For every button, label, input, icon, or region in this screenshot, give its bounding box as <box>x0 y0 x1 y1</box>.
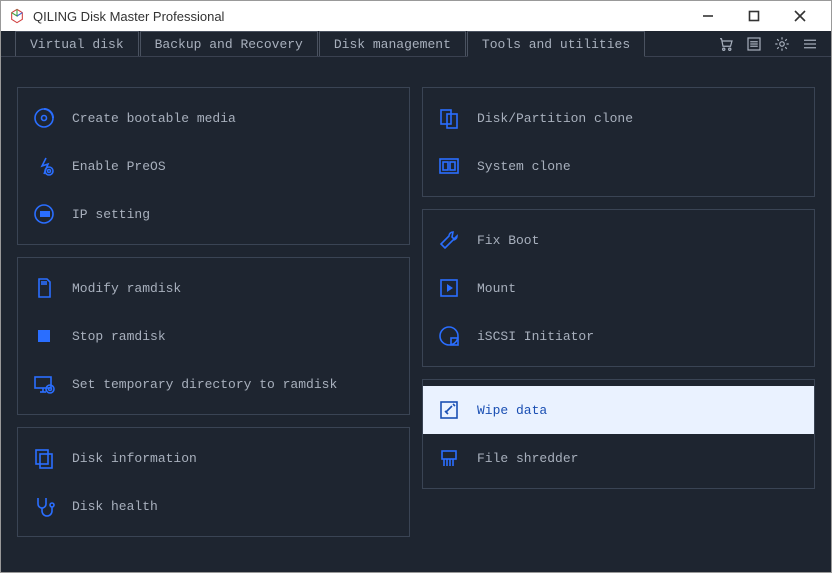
disc-icon <box>30 104 58 132</box>
ip-icon <box>30 200 58 228</box>
item-wipe-data[interactable]: Wipe data <box>423 386 814 434</box>
item-modify-ramdisk[interactable]: Modify ramdisk <box>18 264 409 312</box>
wrench-icon <box>435 226 463 254</box>
tab-label: Tools and utilities <box>482 37 630 52</box>
close-button[interactable] <box>777 1 823 31</box>
tab-virtual-disk[interactable]: Virtual disk <box>15 31 139 56</box>
item-stop-ramdisk[interactable]: Stop ramdisk <box>18 312 409 360</box>
group-wipe: Wipe data File shredder <box>422 379 815 489</box>
item-label: Disk/Partition clone <box>477 111 633 126</box>
shredder-icon <box>435 444 463 472</box>
preos-icon <box>30 152 58 180</box>
titlebar: QILING Disk Master Professional <box>1 1 831 31</box>
group-disk-info: Disk information Disk health <box>17 427 410 537</box>
item-label: Set temporary directory to ramdisk <box>72 377 337 392</box>
group-boot: Fix Boot Mount iSCSI Initiator <box>422 209 815 367</box>
menu-icon[interactable] <box>801 35 819 53</box>
item-fix-boot[interactable]: Fix Boot <box>423 216 814 264</box>
app-logo-icon <box>9 8 25 24</box>
item-label: Create bootable media <box>72 111 236 126</box>
group-clone: Disk/Partition clone System clone <box>422 87 815 197</box>
minimize-button[interactable] <box>685 1 731 31</box>
cart-icon[interactable] <box>717 35 735 53</box>
tab-label: Virtual disk <box>30 37 124 52</box>
sysclone-icon <box>435 152 463 180</box>
tab-disk-management[interactable]: Disk management <box>319 31 466 56</box>
tab-tools-utilities[interactable]: Tools and utilities <box>467 31 645 57</box>
item-label: IP setting <box>72 207 150 222</box>
item-system-clone[interactable]: System clone <box>423 142 814 190</box>
window-title: QILING Disk Master Professional <box>33 9 685 24</box>
play-icon <box>435 274 463 302</box>
item-label: Enable PreOS <box>72 159 166 174</box>
item-label: Disk health <box>72 499 158 514</box>
group-bootable: Create bootable media Enable PreOS IP se… <box>17 87 410 245</box>
left-column: Create bootable media Enable PreOS IP se… <box>17 87 410 556</box>
item-create-bootable-media[interactable]: Create bootable media <box>18 94 409 142</box>
diskinfo-icon <box>30 444 58 472</box>
maximize-button[interactable] <box>731 1 777 31</box>
item-disk-health[interactable]: Disk health <box>18 482 409 530</box>
group-ramdisk: Modify ramdisk Stop ramdisk Set temporar… <box>17 257 410 415</box>
item-label: Fix Boot <box>477 233 539 248</box>
item-mount[interactable]: Mount <box>423 264 814 312</box>
item-label: System clone <box>477 159 571 174</box>
item-ip-setting[interactable]: IP setting <box>18 190 409 238</box>
menubar: Virtual disk Backup and Recovery Disk ma… <box>1 31 831 57</box>
item-set-temp-directory[interactable]: Set temporary directory to ramdisk <box>18 360 409 408</box>
right-column: Disk/Partition clone System clone Fix Bo… <box>422 87 815 556</box>
item-label: Disk information <box>72 451 197 466</box>
content-area: Create bootable media Enable PreOS IP se… <box>1 57 831 572</box>
clone-icon <box>435 104 463 132</box>
wipe-icon <box>435 396 463 424</box>
tab-label: Disk management <box>334 37 451 52</box>
monitor-icon <box>30 370 58 398</box>
item-label: Stop ramdisk <box>72 329 166 344</box>
item-label: Modify ramdisk <box>72 281 181 296</box>
item-file-shredder[interactable]: File shredder <box>423 434 814 482</box>
item-disk-information[interactable]: Disk information <box>18 434 409 482</box>
item-label: Wipe data <box>477 403 547 418</box>
item-label: File shredder <box>477 451 578 466</box>
gear-icon[interactable] <box>773 35 791 53</box>
item-disk-partition-clone[interactable]: Disk/Partition clone <box>423 94 814 142</box>
app-window: QILING Disk Master Professional Virtual … <box>0 0 832 573</box>
stop-icon <box>30 322 58 350</box>
sd-icon <box>30 274 58 302</box>
stethoscope-icon <box>30 492 58 520</box>
menubar-icons <box>717 31 831 56</box>
iscsi-icon <box>435 322 463 350</box>
item-label: iSCSI Initiator <box>477 329 594 344</box>
item-iscsi-initiator[interactable]: iSCSI Initiator <box>423 312 814 360</box>
item-label: Mount <box>477 281 516 296</box>
item-enable-preos[interactable]: Enable PreOS <box>18 142 409 190</box>
tab-label: Backup and Recovery <box>155 37 303 52</box>
tab-backup-recovery[interactable]: Backup and Recovery <box>140 31 318 56</box>
list-icon[interactable] <box>745 35 763 53</box>
